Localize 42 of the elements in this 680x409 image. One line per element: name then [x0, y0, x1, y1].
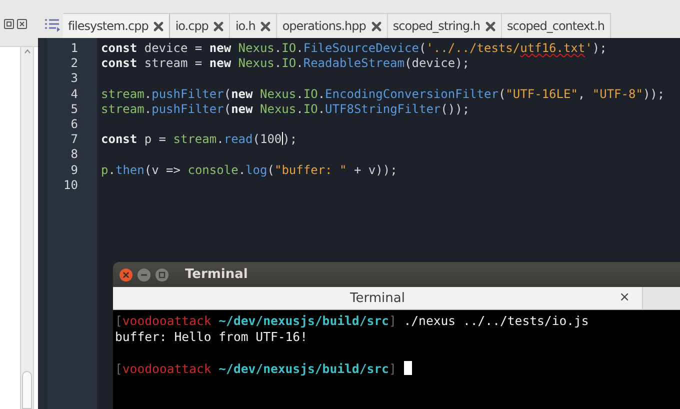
close-icon[interactable] [17, 19, 27, 29]
file-tab[interactable]: operations.hpp [277, 13, 388, 38]
terminal-line: [voodooattack ~/dev/nexusjs/build/src] [115, 362, 396, 376]
close-icon[interactable] [485, 20, 496, 32]
code-line: const stream = new Nexus.IO.ReadableStream(device); [101, 56, 470, 70]
code-line: const p = stream.read(100); [101, 132, 298, 146]
code-line: stream.pushFilter(new Nexus.IO.UTF8StringFilter()); [101, 102, 470, 116]
code-line: stream.pushFilter(new Nexus.IO.EncodingConversionFilter("UTF-16LE", "UTF-8")); [101, 86, 665, 101]
line-number: 5 [70, 102, 79, 117]
terminal-tab[interactable]: Terminal × [113, 287, 643, 309]
file-tab[interactable]: filesystem.cpp [63, 13, 170, 38]
line-number: 2 [70, 56, 79, 72]
file-tab[interactable]: scoped_string.h [388, 13, 502, 38]
file-tab[interactable]: scoped_context.h [502, 13, 611, 38]
list-icon[interactable] [44, 18, 60, 32]
line-number: 4 [70, 86, 79, 102]
file-tab[interactable]: io.h [230, 13, 278, 38]
line-number: 3 [70, 71, 79, 87]
line-number: 10 [62, 178, 79, 193]
restore-icon[interactable] [4, 19, 14, 29]
close-button[interactable]: × [619, 290, 630, 305]
file-tab[interactable]: io.cpp [170, 13, 230, 38]
terminal-line: buffer: Hello from UTF-16! [115, 330, 308, 344]
close-icon[interactable] [119, 268, 133, 282]
code-line: p.then(v => console.log("buffer: " + v)); [101, 162, 398, 176]
scrollbar[interactable] [20, 47, 34, 409]
close-icon[interactable] [213, 20, 224, 32]
line-number: 1 [70, 41, 79, 56]
line-number: 6 [70, 116, 79, 132]
window-title: Terminal [185, 267, 248, 282]
close-icon[interactable] [153, 20, 164, 32]
close-icon[interactable] [260, 20, 272, 32]
line-number: 8 [70, 147, 79, 162]
maximize-icon[interactable] [155, 268, 169, 282]
line-number: 7 [70, 132, 79, 148]
line-number: 9 [70, 162, 79, 178]
minimize-icon[interactable] [137, 268, 151, 282]
scroll-up-icon[interactable] [22, 47, 32, 56]
scroll-thumb[interactable] [22, 371, 32, 409]
terminal-line: [voodooattack ~/dev/nexusjs/build/src] ./nexus ../../tests/io.js [115, 314, 589, 328]
code-line: const device = new Nexus.IO.FileSourceDevice('../../tests/utf16.txt'); [101, 41, 607, 55]
close-icon[interactable] [370, 20, 382, 32]
